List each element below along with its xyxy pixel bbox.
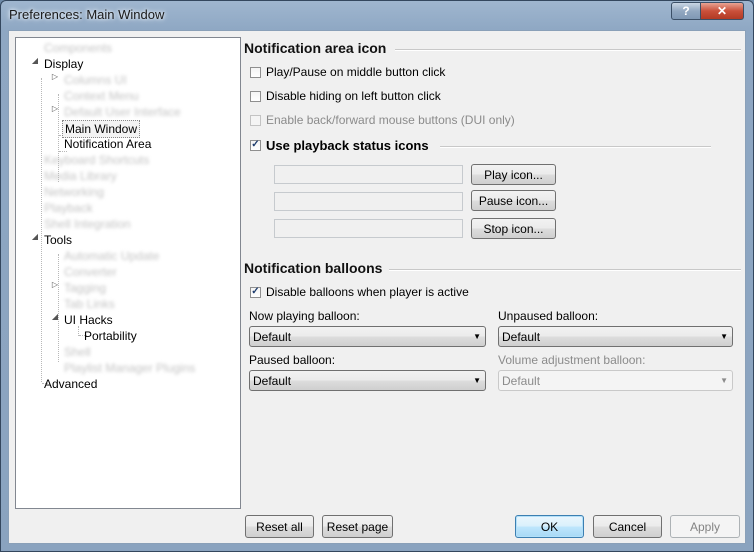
use-status-icons-checkbox[interactable]: ✓ Use playback status icons	[250, 137, 429, 153]
unpaused-value: Default	[502, 330, 541, 344]
ok-button[interactable]: OK	[515, 515, 584, 538]
disable-balloons-label: Disable balloons when player is active	[266, 285, 469, 299]
middle-click-label: Play/Pause on middle button click	[266, 65, 446, 79]
tree-item-notification-area[interactable]: Notification Area	[64, 136, 151, 152]
tree-item-shell[interactable]: Shell	[64, 344, 91, 360]
expand-arrow-icon[interactable]: ▷	[50, 72, 60, 81]
back-forward-checkbox[interactable]: Enable back/forward mouse buttons (DUI o…	[250, 112, 515, 128]
collapse-arrow-icon[interactable]: ◢	[30, 232, 40, 241]
checkbox-icon	[250, 90, 261, 102]
window-title: Preferences: Main Window	[9, 7, 165, 22]
tree-item-automatic-update[interactable]: Automatic Update	[64, 248, 159, 264]
collapse-arrow-icon[interactable]: ◢	[50, 312, 60, 321]
cancel-button[interactable]: Cancel	[593, 515, 662, 538]
dropdown-arrow-icon: ▼	[720, 332, 728, 341]
middle-click-checkbox[interactable]: Play/Pause on middle button click	[250, 64, 445, 80]
help-button[interactable]: ?	[671, 2, 701, 20]
paused-label: Paused balloon:	[249, 353, 336, 367]
volume-value: Default	[502, 374, 541, 388]
tree-item-context-menu[interactable]: Context Menu	[64, 88, 139, 104]
volume-dropdown[interactable]: Default ▼	[498, 370, 733, 391]
checkmark-icon: ✓	[250, 139, 261, 151]
volume-label: Volume adjustment balloon:	[498, 353, 646, 367]
tree-item-tab-links[interactable]: Tab Links	[64, 296, 115, 312]
unpaused-dropdown[interactable]: Default ▼	[498, 326, 733, 347]
checkmark-icon: ✓	[250, 286, 261, 298]
tree-item-playlist-manager[interactable]: Playlist Manager Plugins	[64, 360, 195, 376]
tree-connector	[58, 254, 59, 362]
now-playing-dropdown[interactable]: Default ▼	[249, 326, 486, 347]
tree-item-display[interactable]: Display	[44, 56, 83, 72]
section-divider	[389, 269, 741, 271]
disable-balloons-checkbox[interactable]: ✓ Disable balloons when player is active	[250, 284, 469, 300]
title-bar[interactable]: Preferences: Main Window ? ✕	[1, 1, 753, 29]
reset-page-button[interactable]: Reset page	[322, 515, 393, 538]
preferences-window: Preferences: Main Window ? ✕ Components …	[0, 0, 754, 552]
stop-icon-button[interactable]: Stop icon...	[471, 218, 556, 239]
back-forward-label: Enable back/forward mouse buttons (DUI o…	[266, 113, 515, 127]
preferences-tree[interactable]: Components ◢ Display ▷ Columns UI Contex…	[15, 37, 241, 509]
tree-item-ui-hacks[interactable]: UI Hacks	[64, 312, 113, 328]
dropdown-arrow-icon: ▼	[720, 376, 728, 385]
play-icon-button[interactable]: Play icon...	[471, 164, 556, 185]
section-divider	[395, 49, 741, 51]
section-title-balloons: Notification balloons	[244, 260, 383, 276]
tree-item-portability[interactable]: Portability	[84, 328, 137, 344]
disable-left-click-label: Disable hiding on left button click	[266, 89, 441, 103]
tree-item-advanced[interactable]: Advanced	[44, 376, 97, 392]
paused-value: Default	[253, 374, 292, 388]
unpaused-label: Unpaused balloon:	[498, 309, 599, 323]
close-button[interactable]: ✕	[700, 2, 744, 20]
tree-item-shell-integration[interactable]: Shell Integration	[44, 216, 131, 232]
tree-item-playback[interactable]: Playback	[44, 200, 93, 216]
tree-item-components[interactable]: Components	[44, 40, 112, 56]
play-icon-path-field	[274, 165, 463, 184]
subsection-divider	[440, 146, 711, 148]
dialog-client-area: Components ◢ Display ▷ Columns UI Contex…	[8, 30, 746, 544]
stop-icon-path-field	[274, 219, 463, 238]
expand-arrow-icon[interactable]: ▷	[50, 104, 60, 113]
checkbox-icon	[250, 66, 261, 78]
collapse-arrow-icon[interactable]: ◢	[30, 56, 40, 65]
tree-item-tools[interactable]: Tools	[44, 232, 72, 248]
section-title-notification-icon: Notification area icon	[244, 40, 387, 56]
pause-icon-button[interactable]: Pause icon...	[471, 190, 556, 211]
checkbox-icon	[250, 114, 261, 126]
pause-icon-path-field	[274, 192, 463, 211]
tree-item-networking[interactable]: Networking	[44, 184, 104, 200]
tree-item-columns-ui[interactable]: Columns UI	[64, 72, 127, 88]
dropdown-arrow-icon: ▼	[473, 376, 481, 385]
now-playing-label: Now playing balloon:	[249, 309, 360, 323]
now-playing-value: Default	[253, 330, 292, 344]
paused-dropdown[interactable]: Default ▼	[249, 370, 486, 391]
disable-left-click-checkbox[interactable]: Disable hiding on left button click	[250, 88, 441, 104]
reset-all-button[interactable]: Reset all	[245, 515, 314, 538]
tree-connector	[41, 78, 42, 382]
use-status-icons-label: Use playback status icons	[266, 137, 429, 153]
tree-item-keyboard-shortcuts[interactable]: Keyboard Shortcuts	[44, 152, 149, 168]
tree-item-media-library[interactable]: Media Library	[44, 168, 117, 184]
tree-item-default-ui[interactable]: Default User Interface	[64, 104, 181, 120]
dropdown-arrow-icon: ▼	[473, 332, 481, 341]
tree-item-tagging[interactable]: Tagging	[64, 280, 106, 296]
apply-button[interactable]: Apply	[670, 515, 740, 538]
tree-item-converter[interactable]: Converter	[64, 264, 117, 280]
expand-arrow-icon[interactable]: ▷	[50, 280, 60, 289]
